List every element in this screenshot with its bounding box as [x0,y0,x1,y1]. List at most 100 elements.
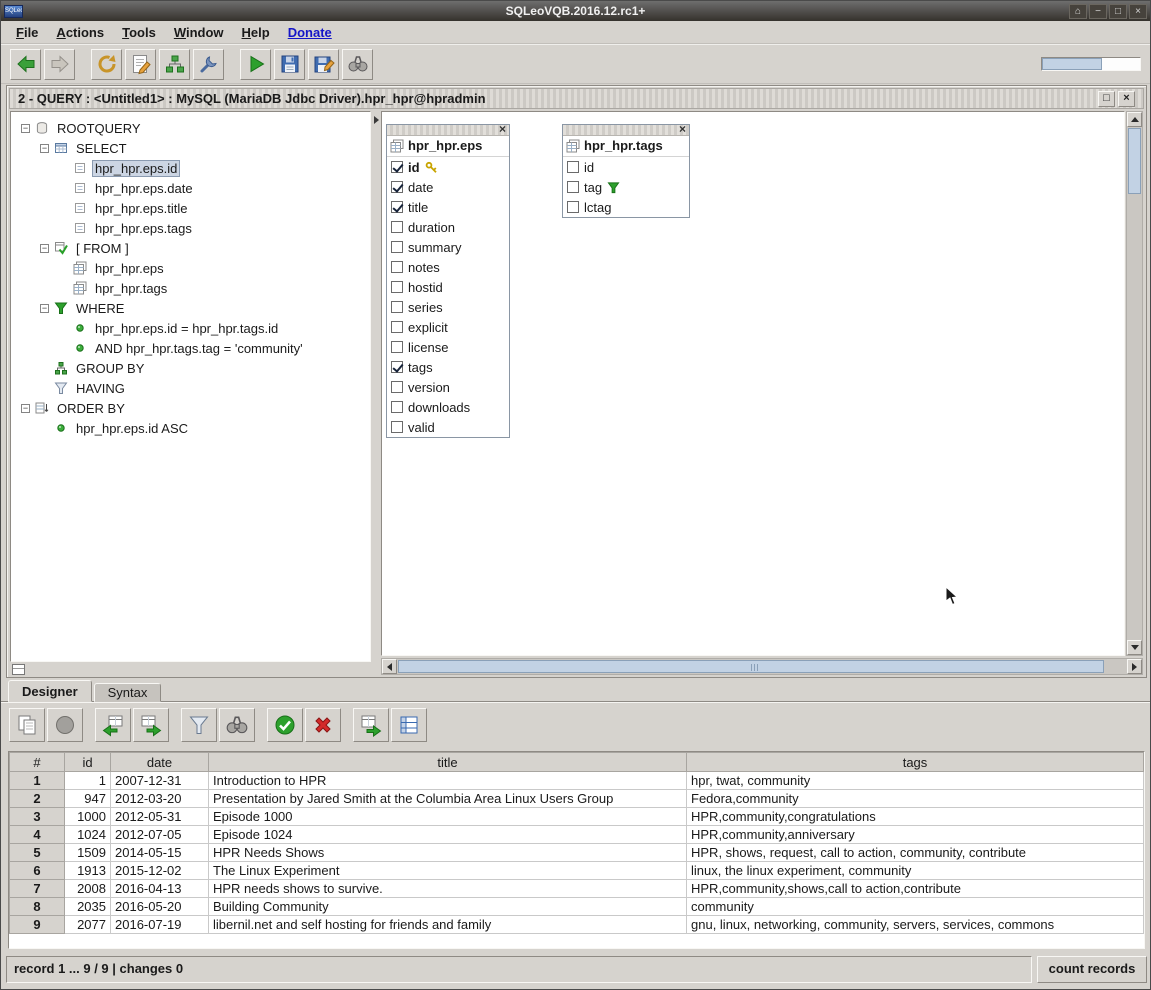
column-checkbox[interactable] [391,221,403,233]
tree-node[interactable]: −WHERE [11,298,370,318]
save-as-button[interactable] [308,49,339,80]
table-row[interactable]: 29472012-03-20Presentation by Jared Smit… [10,790,1144,808]
slider-thumb-handle[interactable] [1042,58,1102,70]
column-row[interactable]: summary [387,237,509,257]
search-button[interactable] [219,708,255,742]
split-divider[interactable] [372,111,381,662]
tree-node[interactable]: GROUP BY [11,358,370,378]
row-header-cell[interactable]: 2 [10,790,65,808]
zoom-slider[interactable] [1041,57,1141,71]
tab-designer[interactable]: Designer [8,680,92,702]
column-row[interactable]: duration [387,217,509,237]
row-header-cell[interactable]: 1 [10,772,65,790]
column-checkbox[interactable] [391,401,403,413]
menu-tools[interactable]: Tools [113,23,165,42]
column-row[interactable]: hostid [387,277,509,297]
column-row[interactable]: tag [563,177,689,197]
column-row[interactable]: license [387,337,509,357]
metadata-button[interactable] [91,49,122,80]
tree-node[interactable]: hpr_hpr.eps.id ASC [11,418,370,438]
back-button[interactable] [10,49,41,80]
prev-page-button[interactable] [95,708,131,742]
column-row[interactable]: downloads [387,397,509,417]
column-checkbox[interactable] [391,341,403,353]
menu-file[interactable]: File [7,23,47,42]
table-card-titlebar[interactable]: × [563,125,689,136]
commit-button[interactable] [267,708,303,742]
tree-node[interactable]: hpr_hpr.eps [11,258,370,278]
table-row[interactable]: 619132015-12-02The Linux Experimentlinux… [10,862,1144,880]
splitter-collapse-icon[interactable] [374,116,379,124]
table-row[interactable]: 720082016-04-13HPR needs shows to surviv… [10,880,1144,898]
column-header[interactable]: date [111,753,209,772]
tree-expander-icon[interactable]: − [40,304,49,313]
frame-maximize-button[interactable]: □ [1098,91,1115,107]
count-records-button[interactable]: count records [1037,956,1147,983]
tree-node[interactable]: −ORDER BY [11,398,370,418]
table-row[interactable]: 820352016-05-20Building Communitycommuni… [10,898,1144,916]
column-row[interactable]: valid [387,417,509,437]
table-row[interactable]: 515092014-05-15HPR Needs ShowsHPR, shows… [10,844,1144,862]
scroll-left-button[interactable] [382,659,397,674]
close-icon[interactable]: × [677,123,688,135]
run-query-button[interactable] [240,49,271,80]
tree-expander-icon[interactable]: − [21,404,30,413]
column-checkbox[interactable] [391,421,403,433]
menu-window[interactable]: Window [165,23,233,42]
column-checkbox[interactable] [391,281,403,293]
tree-node[interactable]: hpr_hpr.eps.id = hpr_hpr.tags.id [11,318,370,338]
filter-button[interactable] [181,708,217,742]
column-header[interactable]: # [10,753,65,772]
schema-button[interactable] [159,49,190,80]
column-checkbox[interactable] [391,301,403,313]
tree-node[interactable]: −[ FROM ] [11,238,370,258]
column-checkbox[interactable] [391,261,403,273]
tree-node[interactable]: −SELECT [11,138,370,158]
tree-expander-icon[interactable]: − [40,144,49,153]
scroll-up-button[interactable] [1127,112,1142,127]
column-checkbox[interactable] [567,161,579,173]
column-checkbox[interactable] [567,181,579,193]
drivers-button[interactable] [193,49,224,80]
column-header[interactable]: id [65,753,111,772]
column-checkbox[interactable] [391,181,403,193]
column-checkbox[interactable] [391,361,403,373]
search-button[interactable] [342,49,373,80]
tree-node[interactable]: hpr_hpr.eps.date [11,178,370,198]
column-row[interactable]: series [387,297,509,317]
row-header-cell[interactable]: 4 [10,826,65,844]
menu-donate[interactable]: Donate [279,23,341,42]
column-row[interactable]: explicit [387,317,509,337]
query-window-titlebar[interactable]: 2 - QUERY : <Untitled1> : MySQL (MariaDB… [9,88,1144,109]
column-row[interactable]: date [387,177,509,197]
vertical-scrollbar-thumb[interactable] [1128,128,1141,194]
tree-node[interactable]: hpr_hpr.eps.tags [11,218,370,238]
window-titlebar[interactable]: SQLeo SQLeoVQB.2016.12.rc1+ ⌂−□× [1,1,1150,21]
tree-node[interactable]: hpr_hpr.tags [11,278,370,298]
tree-node[interactable]: hpr_hpr.eps.title [11,198,370,218]
horizontal-scrollbar-thumb[interactable] [398,660,1104,673]
scroll-down-button[interactable] [1127,640,1142,655]
row-header-cell[interactable]: 8 [10,898,65,916]
column-checkbox[interactable] [391,161,403,173]
table-card-titlebar[interactable]: × [387,125,509,136]
tree-expander-icon[interactable]: − [21,124,30,133]
row-header-cell[interactable]: 3 [10,808,65,826]
column-header[interactable]: tags [687,753,1144,772]
stop-button[interactable] [47,708,83,742]
scroll-right-button[interactable] [1127,659,1142,674]
table-card[interactable]: ×hpr_hpr.epsiddatetitledurationsummaryno… [386,124,510,438]
vertical-scrollbar[interactable] [1126,111,1143,656]
minimize-button[interactable]: − [1089,4,1107,19]
menu-help[interactable]: Help [233,23,279,42]
row-header-cell[interactable]: 5 [10,844,65,862]
column-checkbox[interactable] [391,201,403,213]
export-button[interactable] [353,708,389,742]
maximize-button[interactable]: □ [1109,4,1127,19]
new-query-button[interactable] [125,49,156,80]
row-header-cell[interactable]: 7 [10,880,65,898]
save-button[interactable] [274,49,305,80]
column-row[interactable]: version [387,377,509,397]
column-checkbox[interactable] [391,241,403,253]
transpose-button[interactable] [391,708,427,742]
